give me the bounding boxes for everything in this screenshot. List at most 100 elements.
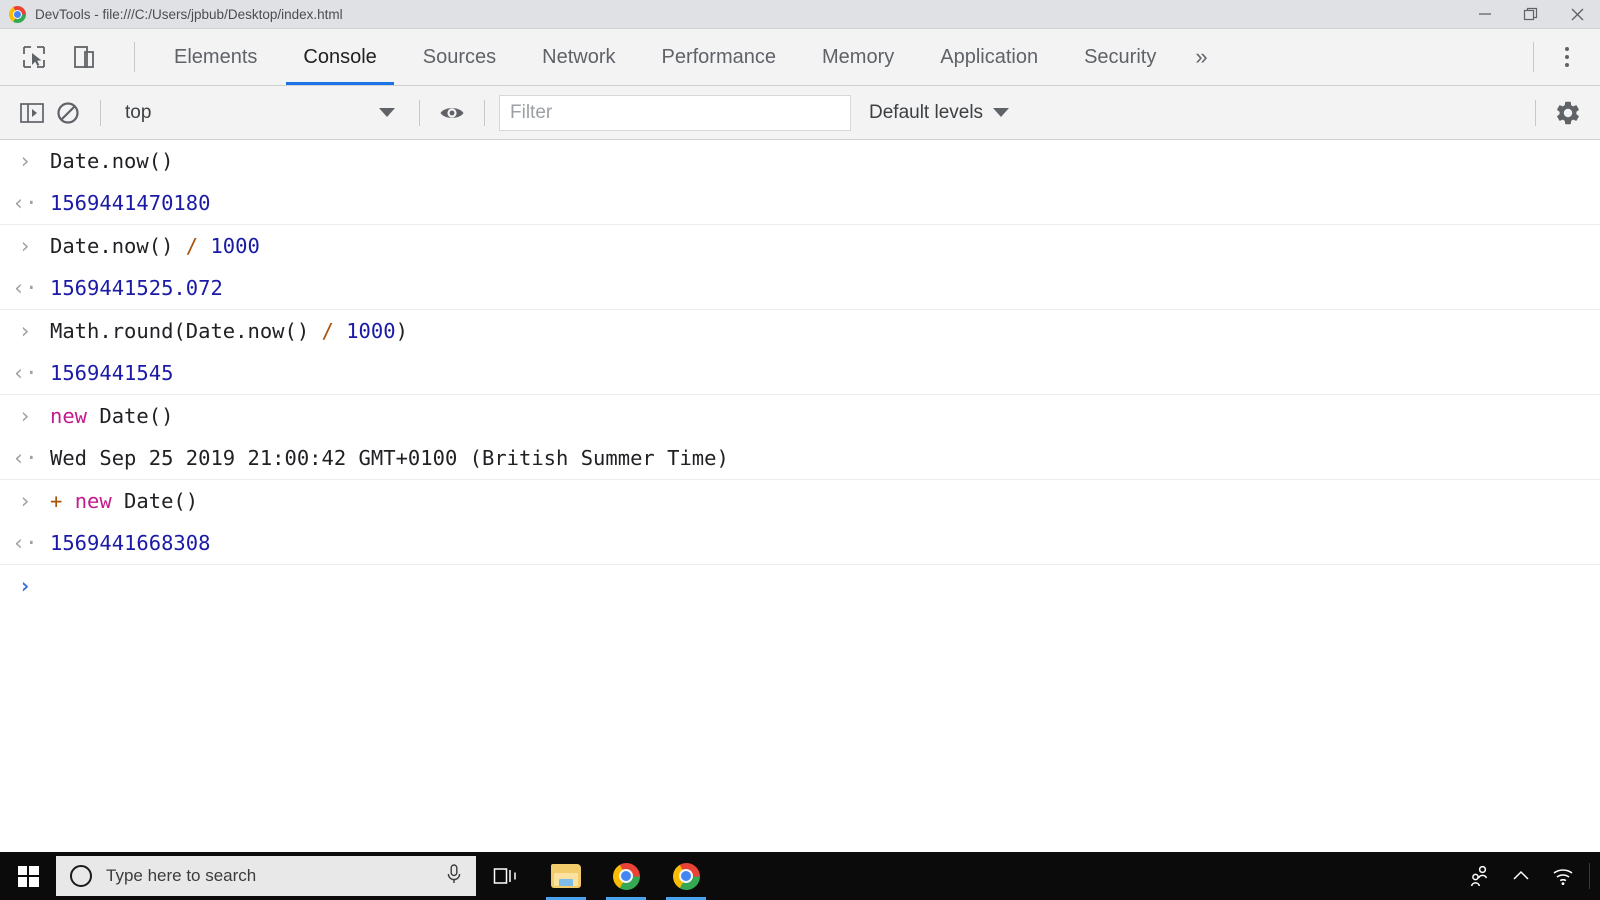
console-output-marker: ‹· — [12, 361, 38, 385]
console-token: 1569441545 — [50, 361, 174, 385]
tray-divider — [1589, 863, 1590, 889]
log-levels-label: Default levels — [869, 101, 984, 123]
console-input-text: + new Date() — [50, 485, 1600, 517]
tab-elements-label: Elements — [174, 45, 258, 68]
tab-network-label: Network — [542, 45, 616, 68]
console-token: / — [321, 319, 334, 343]
console-output-marker: ‹· — [12, 446, 38, 470]
execution-context-selector[interactable]: top — [115, 95, 405, 131]
chrome-icon[interactable] — [596, 852, 656, 900]
close-button[interactable] — [1554, 0, 1600, 29]
console-token: Math.round(Date.now() — [50, 319, 322, 343]
devtools-tabstrip: Elements Console Sources Network Perform… — [0, 29, 1600, 86]
console-input-row: › + new Date() — [0, 480, 1600, 522]
console-input-marker: › — [18, 404, 32, 428]
network-wifi-icon[interactable] — [1543, 852, 1583, 900]
toolbar-divider-2 — [419, 99, 420, 126]
console-input-text: Date.now() — [50, 145, 1600, 177]
tab-application[interactable]: Application — [917, 29, 1061, 85]
tabstrip-divider — [1533, 42, 1534, 72]
console-token: 1569441525.072 — [50, 276, 223, 300]
console-output-row: ‹· Wed Sep 25 2019 21:00:42 GMT+0100 (Bri… — [0, 437, 1600, 480]
console-token: + — [50, 489, 63, 513]
console-input-row: › new Date() — [0, 395, 1600, 437]
more-tabs-chevron-icon[interactable]: » — [1179, 29, 1223, 85]
cortana-circle-icon — [70, 865, 92, 887]
console-input-row: › Date.now() — [0, 140, 1600, 182]
console-token: Date() — [87, 404, 174, 428]
console-input-text: Math.round(Date.now() / 1000) — [50, 315, 1600, 347]
console-toolbar: top Default levels — [0, 86, 1600, 140]
console-output-text: Wed Sep 25 2019 21:00:42 GMT+0100 (Briti… — [50, 442, 1600, 474]
console-output-row: ‹· 1569441668308 — [0, 522, 1600, 565]
tab-sources[interactable]: Sources — [400, 29, 519, 85]
tab-memory[interactable]: Memory — [799, 29, 917, 85]
console-token: ) — [395, 319, 408, 343]
console-token — [198, 234, 210, 258]
more-tabs-label: » — [1195, 44, 1208, 69]
console-token: Date.now() — [50, 234, 186, 258]
console-log-area[interactable]: › Date.now() ‹· 1569441470180 › Date.now() / … — [0, 140, 1600, 900]
toolbar-divider-1 — [100, 99, 101, 126]
tab-performance-label: Performance — [661, 45, 777, 68]
console-token: new — [74, 489, 112, 513]
console-output-marker: ‹· — [12, 191, 38, 215]
console-output-text: 1569441668308 — [50, 527, 1600, 559]
people-share-icon[interactable] — [1459, 852, 1499, 900]
windows-start-icon[interactable] — [0, 852, 56, 900]
console-input-row: › Math.round(Date.now() / 1000) — [0, 310, 1600, 352]
file-explorer-icon[interactable] — [536, 852, 596, 900]
console-output-text: 1569441545 — [50, 357, 1600, 389]
devtools-window: DevTools - file:///C:/Users/jpbub/Deskto… — [0, 0, 1600, 900]
tab-security-label: Security — [1084, 45, 1157, 68]
task-view-icon[interactable] — [476, 852, 536, 900]
taskbar-search-box[interactable]: Type here to search — [56, 856, 476, 896]
console-output-row: ‹· 1569441545 — [0, 352, 1600, 395]
tabstrip-right — [1517, 29, 1600, 85]
console-sidebar-icon[interactable] — [14, 95, 50, 131]
windows-taskbar: Type here to search — [0, 852, 1600, 900]
console-input-text: Date.now() / 1000 — [50, 230, 1600, 262]
eye-icon[interactable] — [434, 95, 470, 131]
device-toolbar-icon[interactable] — [68, 41, 100, 73]
taskbar-search-placeholder: Type here to search — [106, 866, 257, 885]
tab-sources-label: Sources — [422, 45, 497, 68]
console-toolbar-right — [1521, 95, 1600, 131]
tab-console-label: Console — [303, 45, 377, 68]
clear-console-icon[interactable] — [50, 95, 86, 131]
log-levels-selector[interactable]: Default levels — [869, 101, 1010, 124]
inspect-element-icon[interactable] — [18, 41, 50, 73]
restore-button[interactable] — [1508, 0, 1554, 29]
tab-console[interactable]: Console — [280, 29, 399, 85]
execution-context-value: top — [125, 101, 152, 123]
tab-performance[interactable]: Performance — [639, 29, 800, 85]
tab-security[interactable]: Security — [1061, 29, 1179, 85]
console-token: Wed Sep 25 2019 21:00:42 GMT+0100 (Briti… — [50, 446, 729, 470]
system-tray — [1459, 852, 1600, 900]
kebab-menu-icon[interactable] — [1550, 40, 1584, 74]
gear-icon[interactable] — [1550, 95, 1586, 131]
console-token: 1569441470180 — [50, 191, 211, 215]
show-hidden-icons-chevron-up-icon[interactable] — [1501, 852, 1541, 900]
toolbar-divider-3 — [484, 99, 485, 126]
console-input-row: › Date.now() / 1000 — [0, 225, 1600, 267]
console-token: 1569441668308 — [50, 531, 211, 555]
console-token: Date() — [111, 489, 199, 513]
toolbar-divider — [134, 42, 135, 72]
tab-memory-label: Memory — [822, 45, 895, 68]
console-token — [62, 489, 74, 513]
console-output-marker: ‹· — [12, 276, 38, 300]
tab-network[interactable]: Network — [519, 29, 638, 85]
minimize-button[interactable] — [1462, 0, 1508, 29]
console-input-marker: › — [18, 234, 32, 258]
console-token — [334, 319, 346, 343]
filter-input[interactable] — [499, 94, 851, 131]
chrome-icon[interactable] — [656, 852, 716, 900]
console-token: 1000 — [210, 234, 260, 258]
console-prompt-row[interactable]: › — [0, 565, 1600, 607]
microphone-icon[interactable] — [444, 863, 464, 890]
console-output-marker: ‹· — [12, 531, 38, 555]
console-input-marker: › — [18, 489, 32, 513]
tab-elements[interactable]: Elements — [151, 29, 280, 85]
titlebar-left: DevTools - file:///C:/Users/jpbub/Deskto… — [0, 5, 1462, 23]
